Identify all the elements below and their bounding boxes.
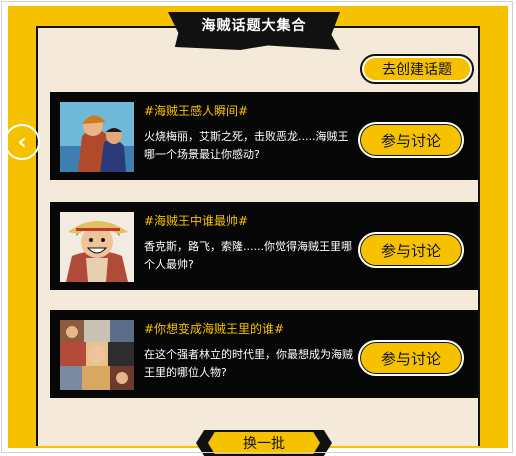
join-discussion-button[interactable]: 参与讨论	[358, 122, 464, 158]
topic-description: 在这个强者林立的时代里，你最想成为海贼王里的哪位人物?	[144, 348, 353, 379]
topic-description: 火烧梅丽，艾斯之死，击败恶龙.....海贼王哪一个场景最让你感动?	[144, 130, 349, 161]
topic-tag[interactable]: #海贼王感人瞬间#	[144, 102, 248, 119]
page-frame: 海贼话题大集合 去创建话题 ‹ #海贼王感人瞬间# 火烧梅丽，艾斯之死，击败恶龙…	[4, 6, 508, 456]
join-discussion-button[interactable]: 参与讨论	[358, 340, 464, 376]
crew-collage-image[interactable]	[60, 320, 134, 390]
topic-tag[interactable]: #海贼王中谁最帅#	[144, 212, 248, 229]
ace-luffy-image[interactable]	[60, 102, 134, 172]
topic-card: #海贼王中谁最帅# 香克斯，路飞，索隆......你觉得海贼王里哪个人最帅? 参…	[50, 202, 478, 290]
join-discussion-button[interactable]: 参与讨论	[358, 232, 464, 268]
create-topic-button[interactable]: 去创建话题	[360, 54, 474, 84]
topic-description: 香克斯，路飞，索隆......你觉得海贼王里哪个人最帅?	[144, 240, 352, 271]
refresh-button-label: 换一批	[208, 432, 320, 454]
chevron-left-icon: ‹	[17, 129, 27, 155]
refresh-button[interactable]: 换一批	[196, 430, 332, 456]
luffy-image[interactable]	[60, 212, 134, 282]
topic-tag[interactable]: #你想变成海贼王里的谁#	[144, 320, 284, 337]
page-title: 海贼话题大集合	[201, 18, 307, 34]
prev-arrow-button[interactable]: ‹	[4, 124, 40, 160]
topic-card: #海贼王感人瞬间# 火烧梅丽，艾斯之死，击败恶龙.....海贼王哪一个场景最让你…	[50, 92, 478, 180]
topic-card: #你想变成海贼王里的谁# 在这个强者林立的时代里，你最想成为海贼王里的哪位人物?…	[50, 310, 478, 398]
page-title-banner: 海贼话题大集合	[168, 12, 340, 50]
